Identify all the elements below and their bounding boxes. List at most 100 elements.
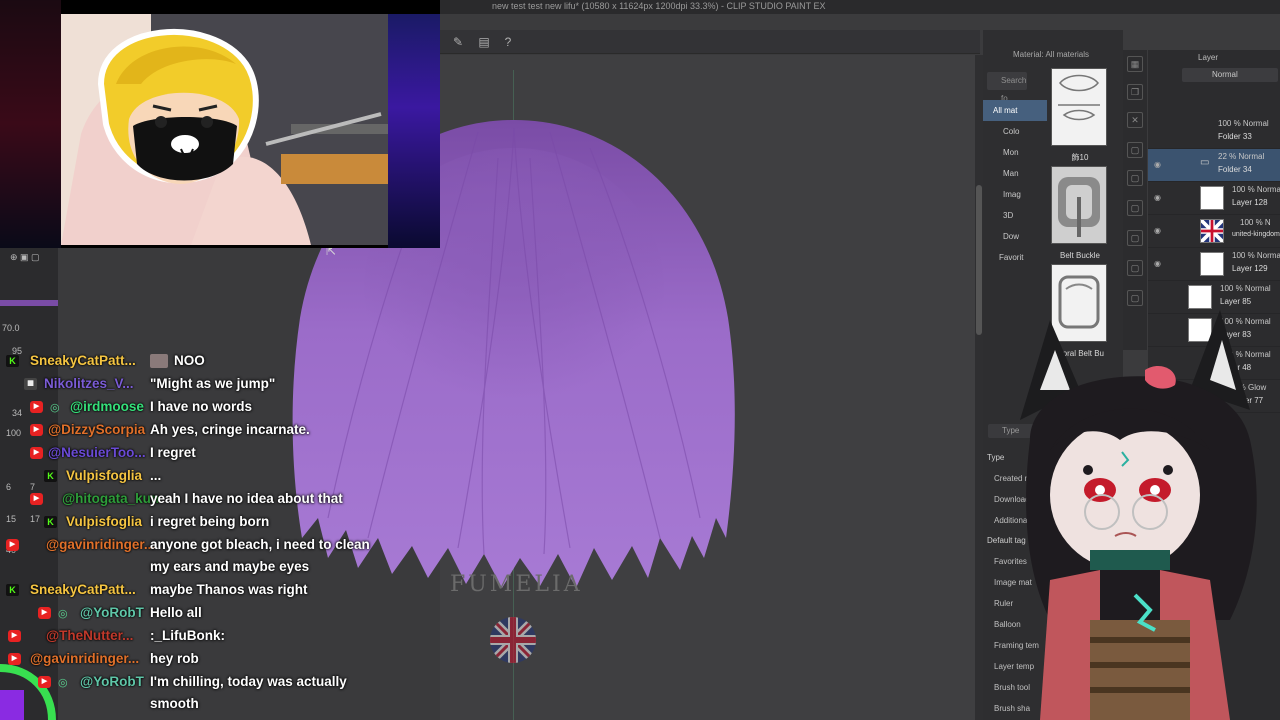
uk-flag-thumbnail: [1200, 219, 1224, 243]
chat-message: ▶ @gavinridinger... anyone got bleach, i…: [0, 534, 380, 579]
document-icon[interactable]: ▤: [476, 34, 492, 50]
window-title: new test test new lifu* (10580 x 11624px…: [440, 0, 1280, 14]
youtube-badge-icon: ▶: [30, 424, 43, 436]
chat-message: ▶ @TheNutter... :_LifuBonk:: [0, 625, 380, 648]
panel-icon[interactable]: ▢: [1127, 200, 1143, 216]
visibility-eye-icon[interactable]: ◉: [1154, 260, 1164, 268]
uk-flag-icon: [490, 617, 536, 663]
tree-item-favorites[interactable]: Favorit: [983, 247, 1047, 268]
layer-tab[interactable]: Layer: [1198, 53, 1218, 62]
chat-message: K SneakyCatPatt... maybe Thanos was righ…: [0, 579, 380, 602]
chat-message: ▶ ◎ @irdmoose I have no words: [0, 396, 380, 419]
zoom-value: 70.0: [2, 323, 20, 333]
chat-message: ▶ @gavinridinger... hey rob: [0, 648, 380, 671]
layer-opacity: 100 % Normal: [1232, 185, 1280, 194]
pen-tool-icon[interactable]: ✎: [450, 34, 466, 50]
layer-opacity: 100 % Normal: [1232, 251, 1280, 260]
chat-text: I have no words: [150, 399, 253, 414]
youtube-badge-icon: ▶: [30, 493, 43, 505]
chat-text: ...: [150, 468, 162, 483]
chat-text: yeah I have no idea about that: [150, 491, 343, 506]
material-panel-header: Material: All materials: [1013, 50, 1090, 59]
panel-icon[interactable]: ▢: [1127, 230, 1143, 246]
tree-item-image[interactable]: Imag: [983, 184, 1047, 205]
kick-badge-icon: K: [6, 355, 19, 367]
scrollbar-thumb[interactable]: [976, 185, 982, 335]
layer-row[interactable]: ◉ 100 % Normal Layer 128: [1148, 182, 1280, 215]
layer-opacity: 22 % Normal: [1218, 152, 1265, 161]
youtube-badge-icon: ▶: [8, 630, 21, 642]
kick-badge-icon: K: [6, 584, 19, 596]
color-swatch-bar[interactable]: [0, 300, 58, 306]
webcam-edge: [0, 0, 61, 248]
material-tree: All mat Colo Mon Man Imag 3D Dow Favorit: [983, 100, 1047, 268]
layer-thumbnail: [1200, 186, 1224, 210]
chat-text: maybe Thanos was right: [150, 582, 308, 597]
layer-name: Folder 33: [1218, 132, 1252, 141]
chat-username: @DizzyScorpia: [48, 422, 146, 437]
tool-icon[interactable]: ⊕ ▣ ▢: [10, 252, 40, 263]
artist-signature: FUMELIA: [450, 572, 583, 597]
visibility-eye-icon[interactable]: ◉: [1154, 194, 1164, 202]
layer-opacity: 100 % N: [1240, 218, 1271, 227]
chat-message: ▶ ◎ @YoRobT Hello all: [0, 602, 380, 625]
help-icon[interactable]: ?: [500, 34, 516, 50]
panel-icon[interactable]: ▢: [1127, 170, 1143, 186]
layer-row[interactable]: 100 % Normal Folder 33: [1148, 116, 1280, 149]
chat-username: @gavinridinger...: [30, 651, 140, 666]
webcam-edge: [388, 14, 440, 248]
chat-text: anyone got bleach, i need to clean my ea…: [150, 537, 370, 574]
chat-username: @irdmoose: [70, 399, 144, 414]
folder-icon: ▭: [1200, 157, 1210, 168]
emote-icon: [150, 354, 168, 368]
chat-text: hey rob: [150, 651, 199, 666]
kick-badge-icon: K: [44, 470, 57, 482]
panel-icon[interactable]: ▢: [1127, 142, 1143, 158]
chat-message: ▶ ◎ @YoRobT I'm chilling, today was actu…: [0, 671, 380, 716]
tree-item-manga[interactable]: Man: [983, 163, 1047, 184]
material-search-input[interactable]: Search fo: [987, 72, 1027, 103]
vtuber-avatar: [1020, 310, 1257, 720]
webcam-video: [61, 14, 388, 245]
chat-text: Hello all: [150, 605, 202, 620]
visibility-eye-icon[interactable]: ◉: [1154, 227, 1164, 235]
tree-item-color[interactable]: Colo: [983, 121, 1047, 142]
chat-username: @YoRobT: [80, 605, 144, 620]
stream-screen: new test test new lifu* (10580 x 11624px…: [0, 0, 1280, 720]
chat-text: I'm chilling, today was actually smooth: [150, 674, 347, 711]
chat-username: @NesuierToo...: [48, 445, 146, 460]
visibility-eye-icon[interactable]: ◉: [1154, 161, 1164, 169]
chat-text: :_LifuBonk:: [150, 628, 225, 643]
layer-opacity: 100 % Normal: [1218, 119, 1269, 128]
member-ring-icon: ◎: [50, 402, 60, 414]
layer-row[interactable]: ◉ 100 % N united-kingdom-fl: [1148, 215, 1280, 248]
youtube-badge-icon: ▶: [8, 653, 21, 665]
youtube-badge-icon: ▶: [38, 607, 51, 619]
material-thumb[interactable]: [1051, 166, 1107, 244]
youtube-badge-icon: ▶: [30, 401, 43, 413]
material-thumb[interactable]: [1051, 68, 1107, 146]
layer-name: united-kingdom-fl: [1232, 231, 1280, 238]
layer-row[interactable]: ◉ ▭ 22 % Normal Folder 34: [1148, 149, 1280, 182]
kick-badge-icon: K: [44, 516, 57, 528]
blend-mode-select[interactable]: Normal: [1182, 68, 1278, 82]
close-icon[interactable]: ✕: [1127, 112, 1143, 128]
material-thumb-label: 飾10: [1071, 153, 1089, 162]
layer-name: Layer 129: [1232, 264, 1268, 273]
copy-icon[interactable]: ❐: [1127, 84, 1143, 100]
chat-message: ▦ Nikolitzes_V... "Might as we jump": [0, 373, 380, 396]
chat-message: ▶ @DizzyScorpia Ah yes, cringe incarnate…: [0, 419, 380, 442]
chat-message: ▶ @NesuierToo... I regret: [0, 442, 380, 465]
tree-item-download[interactable]: Dow: [983, 226, 1047, 247]
chat-overlay: K SneakyCatPatt... NOO ▦ Nikolitzes_V...…: [0, 350, 380, 716]
canvas-scrollbar[interactable]: [975, 55, 983, 720]
panel-icon[interactable]: ▢: [1127, 260, 1143, 276]
layer-icon[interactable]: ▦: [1127, 56, 1143, 72]
chat-username: Vulpisfoglia: [66, 514, 143, 529]
tree-item-3d[interactable]: 3D: [983, 205, 1047, 226]
tree-item-all-materials[interactable]: All mat: [983, 100, 1047, 121]
chat-text: "Might as we jump": [150, 376, 276, 391]
layer-row[interactable]: ◉ 100 % Normal Layer 129: [1148, 248, 1280, 281]
twitch-badge-icon: ▦: [24, 378, 37, 390]
tree-item-monochrome[interactable]: Mon: [983, 142, 1047, 163]
